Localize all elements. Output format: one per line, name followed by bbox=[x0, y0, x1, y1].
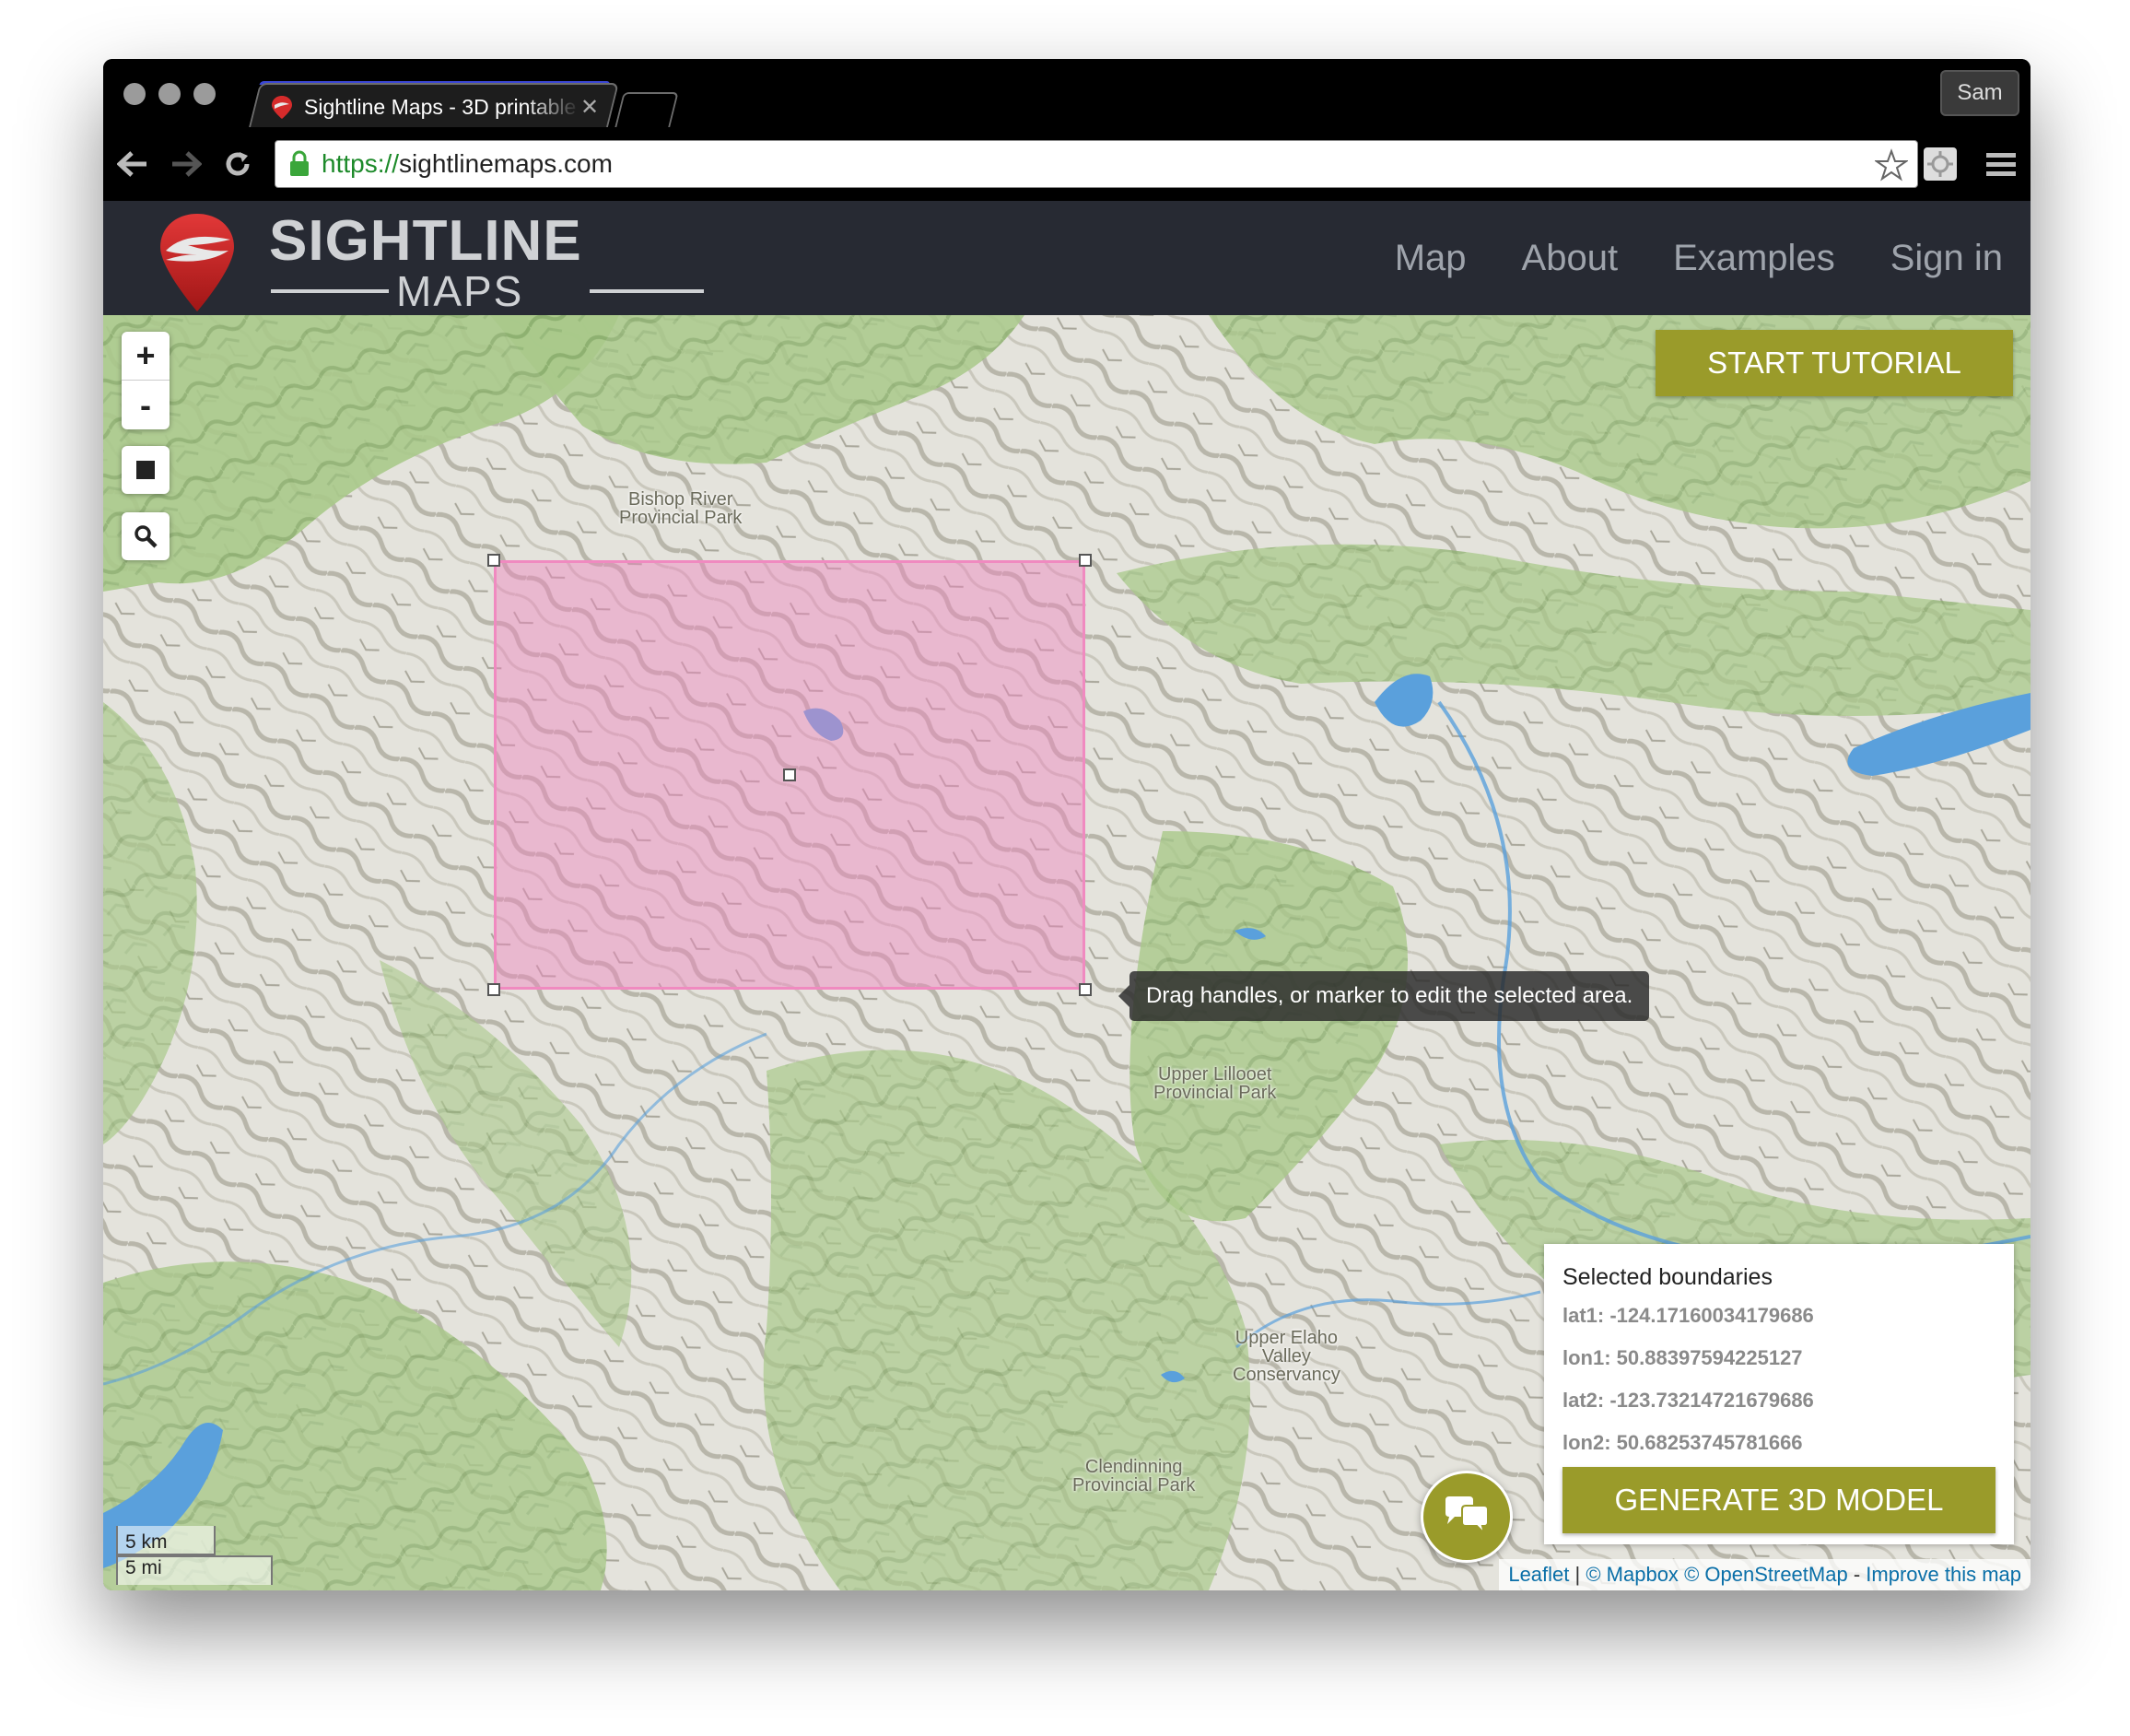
browser-window: Sightline Maps - 3D printable maps ✕ Sam… bbox=[103, 59, 2031, 1590]
selection-handle-se[interactable] bbox=[1079, 983, 1092, 996]
profile-button[interactable]: Sam bbox=[1940, 70, 2019, 116]
nav-map[interactable]: Map bbox=[1395, 238, 1467, 279]
attribution-separator: | bbox=[1569, 1563, 1586, 1586]
mapbox-link[interactable]: © Mapbox bbox=[1586, 1563, 1679, 1587]
svg-text:MAPS: MAPS bbox=[396, 267, 523, 315]
leaflet-link[interactable]: Leaflet bbox=[1508, 1563, 1569, 1587]
scale-bar-km: 5 km bbox=[116, 1526, 216, 1555]
browser-titlebar: Sightline Maps - 3D printable maps ✕ Sam bbox=[103, 59, 2031, 127]
minimize-window-icon[interactable] bbox=[158, 83, 181, 105]
osm-link[interactable]: © OpenStreetMap bbox=[1684, 1563, 1848, 1587]
selection-handle-sw[interactable] bbox=[487, 983, 500, 996]
browser-tab-content[interactable]: Sightline Maps - 3D printable maps ✕ bbox=[269, 88, 599, 125]
sightline-favicon-icon bbox=[272, 96, 292, 119]
extension-icon[interactable] bbox=[1916, 140, 1964, 188]
panel-title: Selected boundaries bbox=[1562, 1264, 1773, 1290]
attribution-dash: - bbox=[1847, 1563, 1867, 1586]
bookmark-star-icon[interactable] bbox=[1875, 148, 1908, 182]
search-button[interactable] bbox=[122, 512, 170, 560]
nav-sign-in[interactable]: Sign in bbox=[1890, 238, 2003, 279]
back-icon[interactable] bbox=[114, 146, 151, 182]
start-tutorial-button[interactable]: START TUTORIAL bbox=[1656, 330, 2013, 396]
svg-text:SIGHTLINE: SIGHTLINE bbox=[269, 209, 582, 273]
nav-about[interactable]: About bbox=[1522, 238, 1619, 279]
maximize-window-icon[interactable] bbox=[193, 83, 216, 105]
boundary-lon1: lon1: 50.88397594225127 bbox=[1562, 1346, 1803, 1369]
boundary-lat2: lat2: -123.73214721679686 bbox=[1562, 1389, 1814, 1412]
site-header: SIGHTLINE MAPS Map About Examples Sign i… bbox=[103, 201, 2031, 315]
edit-area-tooltip: Drag handles, or marker to edit the sele… bbox=[1118, 971, 1650, 1021]
boundary-lat1: lat1: -124.17160034179686 bbox=[1562, 1304, 1814, 1327]
new-tab-button[interactable] bbox=[614, 92, 679, 127]
improve-map-link[interactable]: Improve this map bbox=[1866, 1563, 2021, 1587]
browser-toolbar: https://sightlinemaps.com bbox=[103, 127, 2031, 201]
square-icon bbox=[136, 461, 155, 479]
forward-icon[interactable] bbox=[168, 146, 205, 182]
generate-3d-model-button[interactable]: GENERATE 3D MODEL bbox=[1562, 1467, 1995, 1533]
site-nav: Map About Examples Sign in bbox=[1395, 201, 2003, 315]
label-upper-elaho-conservancy: Upper Elaho Valley Conservancy bbox=[1233, 1328, 1340, 1385]
label-clendinning-park: Clendinning Provincial Park bbox=[1072, 1457, 1196, 1496]
label-bishop-river-park: Bishop River Provincial Park bbox=[619, 489, 743, 528]
selected-boundaries-panel: Selected boundaries lat1: -124.171600341… bbox=[1544, 1244, 2014, 1544]
chat-bubbles-icon bbox=[1445, 1496, 1489, 1537]
url-text: https://sightlinemaps.com bbox=[322, 149, 613, 178]
close-window-icon[interactable] bbox=[123, 83, 146, 105]
selection-center-marker[interactable] bbox=[783, 768, 796, 781]
selection-handle-nw[interactable] bbox=[487, 554, 500, 567]
draw-rectangle-button[interactable] bbox=[122, 446, 170, 494]
zoom-in-button[interactable]: + bbox=[122, 332, 170, 381]
tab-title: Sightline Maps - 3D printable maps bbox=[304, 94, 580, 119]
tab-close-icon[interactable]: ✕ bbox=[580, 94, 599, 121]
address-bar[interactable]: https://sightlinemaps.com bbox=[275, 140, 1918, 188]
zoom-control: + - bbox=[122, 332, 170, 429]
zoom-out-button[interactable]: - bbox=[122, 381, 170, 429]
search-icon bbox=[135, 525, 158, 548]
browser-menu-icon[interactable] bbox=[1977, 140, 2025, 188]
map-attribution: Leaflet | © Mapbox © OpenStreetMap - Imp… bbox=[1499, 1559, 2031, 1590]
nav-examples[interactable]: Examples bbox=[1673, 238, 1835, 279]
chat-button[interactable] bbox=[1421, 1471, 1513, 1563]
sightline-maps-logo[interactable]: SIGHTLINE MAPS bbox=[151, 208, 722, 315]
lock-icon bbox=[290, 150, 309, 176]
reload-icon[interactable] bbox=[219, 146, 256, 182]
label-upper-lillooet-park: Upper Lillooet Provincial Park bbox=[1153, 1064, 1277, 1103]
map-canvas[interactable]: Bishop River Provincial Park Upper Lillo… bbox=[103, 315, 2031, 1590]
scale-bar-mi: 5 mi bbox=[116, 1555, 273, 1585]
selection-handle-ne[interactable] bbox=[1079, 554, 1092, 567]
